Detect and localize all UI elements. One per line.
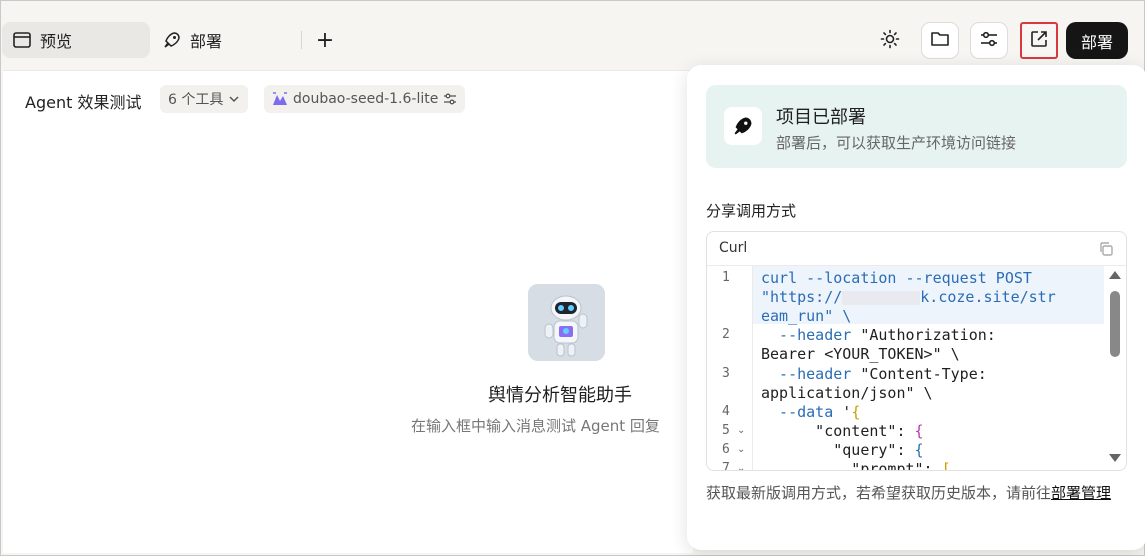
code-line-2-wrap: Bearer <YOUR_TOKEN>" \ bbox=[761, 345, 960, 364]
code-line-7: "prompt": [ bbox=[761, 460, 951, 471]
scrollbar-thumb[interactable] bbox=[1110, 291, 1120, 357]
open-external-icon bbox=[1029, 29, 1049, 53]
tools-dropdown[interactable]: 6 个工具 bbox=[160, 85, 249, 113]
agent-test-area: Agent 效果测试 6 个工具 doubao-seed-1.6-lite 舆情… bbox=[3, 70, 693, 553]
copy-icon[interactable] bbox=[1098, 241, 1114, 261]
line-number: 1 bbox=[722, 270, 730, 285]
deploy-button[interactable]: 部署 bbox=[1066, 22, 1128, 59]
tab-preview-label: 预览 bbox=[40, 32, 73, 51]
code-token: Bearer <YOUR_TOKEN>" \ bbox=[761, 345, 960, 363]
tab-preview[interactable]: 预览 bbox=[2, 22, 150, 58]
line-number: 4 bbox=[722, 404, 730, 419]
code-line-2: --header "Authorization: bbox=[761, 326, 996, 345]
rocket-icon bbox=[724, 107, 762, 145]
code-token: { bbox=[905, 441, 924, 459]
tab-deploy[interactable]: 部署 bbox=[152, 22, 272, 58]
settings-button[interactable] bbox=[970, 22, 1008, 59]
model-chip-label: doubao-seed-1.6-lite bbox=[293, 91, 439, 107]
folder-button[interactable] bbox=[921, 22, 959, 59]
code-line-3: --header "Content-Type: bbox=[761, 365, 987, 384]
code-line-1-wrap: "https:// k.coze.site/str bbox=[761, 288, 1056, 307]
tab-divider bbox=[301, 31, 302, 49]
line-number: 5 bbox=[722, 423, 730, 438]
model-logo-icon bbox=[272, 92, 288, 106]
sliders-icon bbox=[443, 93, 457, 105]
code-token: "https:// bbox=[761, 288, 843, 306]
scroll-down-arrow-icon[interactable] bbox=[1109, 454, 1121, 462]
theme-toggle-button[interactable] bbox=[871, 22, 909, 59]
assistant-avatar bbox=[528, 284, 605, 361]
assistant-hint: 在输入框中输入消息测试 Agent 回复 bbox=[411, 417, 660, 435]
fold-chevron-icon[interactable]: ⌄ bbox=[737, 425, 745, 436]
code-line-6: "query": { bbox=[761, 441, 924, 460]
deployed-title: 项目已部署 bbox=[776, 107, 866, 128]
code-line-3-wrap: application/json" \ bbox=[761, 384, 933, 403]
top-bar: 预览 部署 + 部署 bbox=[0, 0, 1145, 70]
code-token: "Content-Type: bbox=[851, 365, 987, 383]
fold-chevron-icon[interactable]: ⌄ bbox=[737, 444, 745, 455]
code-line-1-wrap2: eam_run" \ bbox=[761, 307, 851, 326]
browser-window-icon bbox=[12, 30, 32, 50]
code-header: Curl bbox=[707, 232, 1126, 266]
open-external-button[interactable] bbox=[1020, 22, 1058, 59]
deploy-management-link[interactable]: 部署管理 bbox=[1051, 484, 1111, 502]
sun-icon bbox=[880, 29, 900, 53]
code-token: "content": bbox=[761, 422, 906, 440]
chevron-down-icon bbox=[228, 93, 240, 105]
code-token: --header bbox=[761, 365, 852, 383]
code-block: Curl 1 2 3 4 5 6 7 ⌄ ⌄ ⌄ curl --location… bbox=[706, 231, 1127, 471]
code-token: "prompt": bbox=[761, 460, 933, 471]
code-token: { bbox=[905, 422, 924, 440]
tab-deploy-label: 部署 bbox=[190, 32, 223, 51]
scroll-up-arrow-icon[interactable] bbox=[1109, 271, 1121, 279]
code-line-5: "content": { bbox=[761, 422, 924, 441]
code-token: "Authorization: bbox=[851, 326, 996, 344]
code-token: { bbox=[851, 403, 861, 421]
fold-chevron-icon[interactable]: ⌄ bbox=[737, 463, 745, 470]
deployed-status-card: 项目已部署 部署后，可以获取生产环境访问链接 bbox=[706, 85, 1127, 168]
version-footnote: 获取最新版调用方式，若希望获取历史版本，请前往部署管理 bbox=[706, 482, 1131, 505]
line-number: 2 bbox=[722, 327, 730, 342]
code-line-4: --data '{ bbox=[761, 403, 860, 422]
folder-icon bbox=[930, 30, 950, 52]
code-token: [ bbox=[932, 460, 951, 471]
line-number: 7 bbox=[722, 461, 730, 471]
line-number: 3 bbox=[722, 366, 730, 381]
tools-chip-label: 6 个工具 bbox=[168, 92, 224, 108]
deployed-subtitle: 部署后，可以获取生产环境访问链接 bbox=[776, 134, 1017, 152]
code-line-1: curl --location --request POST bbox=[761, 269, 1032, 288]
share-method-label: 分享调用方式 bbox=[706, 202, 797, 220]
add-tab-button[interactable]: + bbox=[314, 28, 336, 53]
code-token: k.coze.site/str bbox=[920, 288, 1056, 306]
rocket-icon bbox=[162, 30, 182, 50]
sliders-icon bbox=[979, 30, 999, 52]
line-number-gutter bbox=[707, 266, 753, 470]
assistant-name: 舆情分析智能助手 bbox=[488, 385, 632, 406]
line-number: 6 bbox=[722, 442, 730, 457]
code-language-label: Curl bbox=[719, 240, 748, 256]
code-token: application/json" \ bbox=[761, 384, 933, 402]
page-title: Agent 效果测试 bbox=[25, 93, 142, 112]
code-token: --header bbox=[761, 326, 852, 344]
code-token: --data bbox=[761, 403, 834, 421]
code-token: eam_run" \ bbox=[761, 307, 852, 325]
code-token: "query": bbox=[761, 441, 906, 459]
redacted-host bbox=[842, 290, 921, 305]
code-token: curl --location --request POST bbox=[761, 269, 1032, 287]
code-token: ' bbox=[833, 403, 852, 421]
footnote-text: 获取最新版调用方式，若希望获取历史版本，请前往 bbox=[706, 484, 1052, 502]
deploy-popover: 项目已部署 部署后，可以获取生产环境访问链接 分享调用方式 Curl 1 2 3… bbox=[687, 65, 1145, 550]
model-selector[interactable]: doubao-seed-1.6-lite bbox=[264, 85, 466, 113]
